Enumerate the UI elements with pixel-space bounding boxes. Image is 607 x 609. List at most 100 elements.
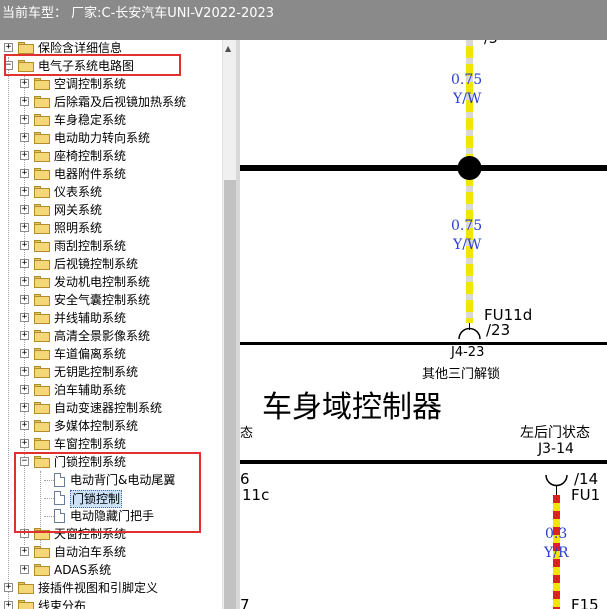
tree-item-label[interactable]: 电器附件系统 [54,165,126,183]
tree-item-label[interactable]: 线束分布 [38,597,86,609]
tree-item[interactable]: + 线束分布 [0,597,222,609]
expand-icon[interactable]: + [4,601,13,609]
expand-icon[interactable]: + [20,223,29,232]
expand-icon[interactable]: + [20,295,29,304]
tree-item-label[interactable]: 泊车辅助系统 [54,381,126,399]
folder-icon [34,420,50,432]
expand-icon[interactable]: + [20,133,29,142]
expand-icon[interactable]: + [20,97,29,106]
expand-icon[interactable]: + [20,187,29,196]
tree-item[interactable]: + 雨刮控制系统 [0,237,222,255]
tree-item[interactable]: + 车道偏离系统 [0,345,222,363]
connector-pin-j3-14 [545,474,568,487]
expand-icon[interactable]: + [20,421,29,430]
expand-icon[interactable]: + [20,151,29,160]
tree-item-label[interactable]: ADAS系统 [54,561,111,579]
tree-item-label[interactable]: 无钥匙控制系统 [54,363,138,381]
tree-item[interactable]: + 自动变速器控制系统 [0,399,222,417]
expand-icon[interactable]: + [20,331,29,340]
tree-item-label[interactable]: 发动机电控制系统 [54,273,150,291]
tree-item[interactable]: + 并线辅助系统 [0,309,222,327]
tree-item[interactable]: + 电动助力转向系统 [0,129,222,147]
tree-item[interactable]: + 发动机电控制系统 [0,273,222,291]
tree-item-label[interactable]: 车窗控制系统 [54,435,126,453]
tree-item[interactable]: + 多媒体控制系统 [0,417,222,435]
tree-item[interactable]: + 后视镜控制系统 [0,255,222,273]
expand-icon[interactable]: + [20,169,29,178]
folder-icon [34,294,50,306]
tree-item[interactable]: + 照明系统 [0,219,222,237]
expand-icon[interactable]: + [20,349,29,358]
expand-icon[interactable]: + [20,259,29,268]
tree-item-label[interactable]: 仪表系统 [54,183,102,201]
tree-item[interactable]: + 仪表系统 [0,183,222,201]
tree-item-label[interactable]: 自动变速器控制系统 [54,399,162,417]
tree-item[interactable]: + 泊车辅助系统 [0,381,222,399]
tree-item-label[interactable]: 多媒体控制系统 [54,417,138,435]
tree-item-label[interactable]: 高清全景影像系统 [54,327,150,345]
scroll-thumb[interactable] [224,180,236,609]
expand-icon[interactable]: + [20,205,29,214]
tree-item[interactable]: + 电器附件系统 [0,165,222,183]
connector-pin-j4-23 [458,327,481,340]
scroll-up-arrow-icon[interactable]: ▲ [225,44,231,53]
tree-item[interactable]: + 空调控制系统 [0,75,222,93]
wiring-diagram-canvas [240,40,607,609]
bottom-left-fragment: 7 [240,596,250,609]
expand-icon[interactable]: + [20,547,29,556]
tree-item[interactable]: + 座椅控制系统 [0,147,222,165]
fu11-fragment: FU1 [571,486,601,504]
tree-item-label[interactable]: 后视镜控制系统 [54,255,138,273]
expand-icon[interactable]: + [4,583,13,592]
folder-icon [34,366,50,378]
tree-item-label[interactable]: 座椅控制系统 [54,147,126,165]
tree-item[interactable]: + 车身稳定系统 [0,111,222,129]
left-status-fragment: 态 [240,426,254,441]
tree-item-label[interactable]: 接插件视图和引脚定义 [38,579,158,597]
tree-item-label[interactable]: 雨刮控制系统 [54,237,126,255]
tree-item-label[interactable]: 车道偏离系统 [54,345,126,363]
tree-item[interactable]: + 自动泊车系统 [0,543,222,561]
tree-item-label[interactable]: 车身稳定系统 [54,111,126,129]
tree-item-label[interactable]: 电动助力转向系统 [54,129,150,147]
tree-item[interactable]: + 车窗控制系统 [0,435,222,453]
bottom-fuse-fragment: F15 [571,596,599,609]
expand-icon[interactable]: + [20,565,29,574]
tree-item[interactable]: + 安全气囊控制系统 [0,291,222,309]
tree-scrollbar[interactable]: ▲ [222,40,236,609]
expand-icon[interactable]: + [20,115,29,124]
highlight-box-door-lock-system [14,452,201,533]
folder-icon [34,114,50,126]
title-bar: 当前车型： 厂家:C-长安汽车UNI-V2022-2023 [0,0,607,40]
tree-item[interactable]: + 网关系统 [0,201,222,219]
rear-door-pin-label: J3-14 [538,441,574,457]
tree-item-label[interactable]: 网关系统 [54,201,102,219]
tree-item[interactable]: + 后除霜及后视镜加热系统 [0,93,222,111]
tree-item[interactable]: + ADAS系统 [0,561,222,579]
tree-item-label[interactable]: 照明系统 [54,219,102,237]
expand-icon[interactable]: + [4,43,13,52]
expand-icon[interactable]: + [20,277,29,286]
folder-icon [34,222,50,234]
tree-item-label[interactable]: 并线辅助系统 [54,309,126,327]
folder-icon [34,438,50,450]
tree-item-label[interactable]: 后除霜及后视镜加热系统 [54,93,186,111]
expand-icon[interactable]: + [20,385,29,394]
folder-icon [34,258,50,270]
folder-icon [34,348,50,360]
expand-icon[interactable]: + [20,439,29,448]
expand-icon[interactable]: + [20,313,29,322]
tree-item-label[interactable]: 安全气囊控制系统 [54,291,150,309]
expand-icon[interactable]: + [20,367,29,376]
expand-icon[interactable]: + [20,79,29,88]
tree-item-label[interactable]: 空调控制系统 [54,75,126,93]
expand-icon[interactable]: + [20,403,29,412]
top-pin-fragment: /3 [484,40,498,47]
tree-item[interactable]: + 接插件视图和引脚定义 [0,579,222,597]
tree-item[interactable]: + 无钥匙控制系统 [0,363,222,381]
tree-item[interactable]: + 高清全景影像系统 [0,327,222,345]
expand-icon[interactable]: + [20,241,29,250]
folder-icon [34,402,50,414]
folder-icon [18,600,34,609]
tree-item-label[interactable]: 自动泊车系统 [54,543,126,561]
